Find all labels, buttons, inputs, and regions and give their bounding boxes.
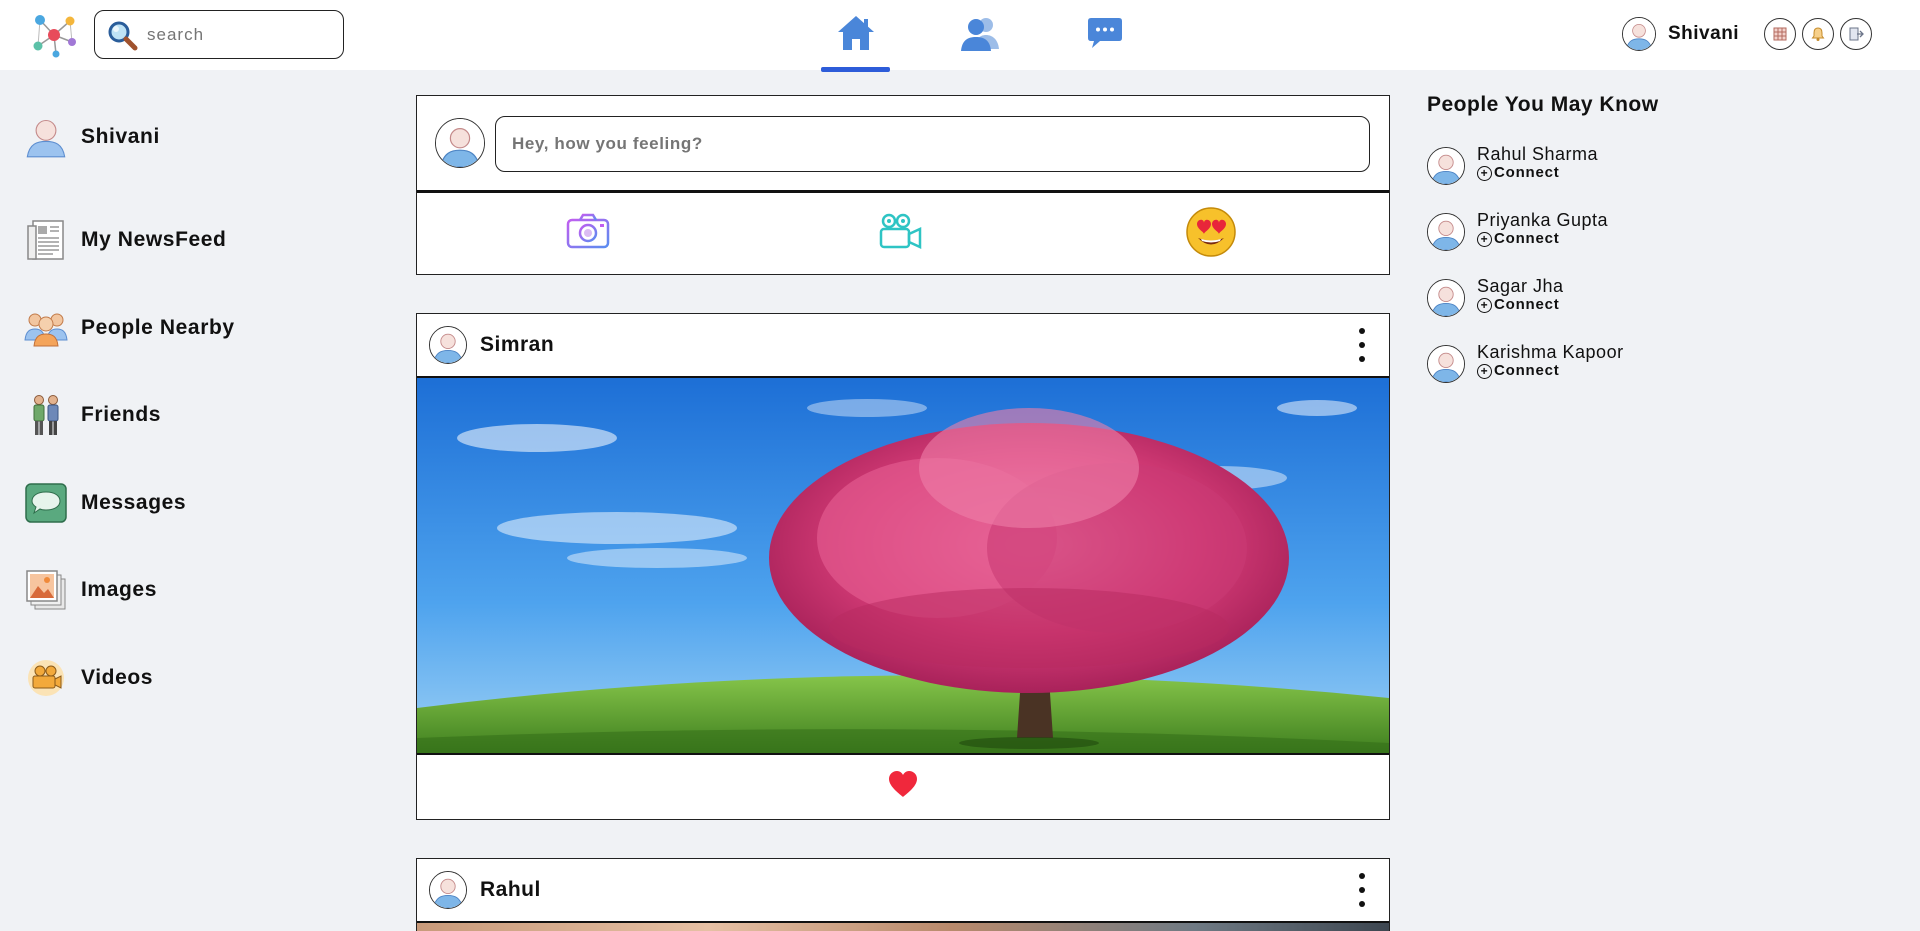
avatar[interactable]	[1427, 213, 1465, 251]
logout-icon[interactable]	[1840, 18, 1872, 50]
avatar[interactable]	[429, 871, 467, 909]
status-input[interactable]	[495, 116, 1370, 172]
post-composer	[416, 95, 1390, 275]
logo-icon[interactable]	[30, 12, 78, 58]
suggestion-name[interactable]: Rahul Sharma	[1477, 144, 1598, 164]
heart-eyes-emoji-icon	[1185, 205, 1237, 262]
top-action-icons	[1764, 18, 1872, 50]
post-image	[417, 378, 1389, 755]
search-box[interactable]	[94, 10, 344, 59]
suggestion-name[interactable]: Sagar Jha	[1477, 276, 1564, 296]
sidebar-item-videos[interactable]: Videos	[24, 653, 153, 703]
connect-label: Connect	[1494, 230, 1560, 247]
video-camera-icon	[24, 656, 68, 700]
plus-icon: +	[1477, 363, 1492, 379]
post-header: Rahul	[417, 859, 1389, 923]
newspaper-icon	[24, 218, 68, 262]
profile-avatar-icon	[24, 115, 68, 159]
suggestion-name[interactable]: Karishma Kapoor	[1477, 342, 1624, 362]
sidebar-item-people-nearby[interactable]: People Nearby	[24, 303, 235, 353]
plus-icon: +	[1477, 165, 1492, 181]
avatar[interactable]	[1427, 345, 1465, 383]
post-header: Simran	[417, 314, 1389, 378]
composer-divider	[417, 190, 1389, 193]
connect-button[interactable]: + Connect	[1477, 296, 1564, 314]
nav-messages-tab[interactable]	[1075, 10, 1135, 60]
images-icon	[24, 568, 68, 612]
sidebar-item-label: Messages	[81, 491, 187, 514]
sidebar-item-messages[interactable]: Messages	[24, 478, 186, 528]
nav-home-tab[interactable]	[821, 10, 890, 60]
sidebar-profile[interactable]: Shivani	[24, 112, 160, 162]
more-options-icon[interactable]	[1357, 328, 1367, 362]
sidebar-item-label: My NewsFeed	[81, 228, 227, 251]
bell-icon[interactable]	[1802, 18, 1834, 50]
sidebar-profile-name: Shivani	[81, 125, 160, 148]
more-options-icon[interactable]	[1357, 873, 1367, 907]
add-photo-button[interactable]	[563, 208, 613, 258]
suggestion-item: Sagar Jha + Connect	[1427, 276, 1564, 317]
connect-button[interactable]: + Connect	[1477, 230, 1608, 248]
suggestions-title: People You May Know	[1427, 93, 1659, 116]
home-icon	[836, 14, 876, 57]
avatar[interactable]	[1427, 147, 1465, 185]
plus-icon: +	[1477, 297, 1492, 313]
friends-icon	[958, 15, 1002, 56]
sidebar-item-images[interactable]: Images	[24, 565, 157, 615]
connect-label: Connect	[1494, 296, 1560, 313]
plus-icon: +	[1477, 231, 1492, 247]
post-card: Simran	[416, 313, 1390, 820]
people-nearby-icon	[24, 306, 68, 350]
suggestion-item: Karishma Kapoor + Connect	[1427, 342, 1624, 383]
chat-bubble-icon	[24, 481, 68, 525]
avatar[interactable]	[429, 326, 467, 364]
top-user-profile[interactable]: Shivani	[1622, 17, 1739, 51]
apps-icon[interactable]	[1764, 18, 1796, 50]
add-video-button[interactable]	[875, 208, 925, 258]
post-image	[417, 923, 1389, 931]
search-input[interactable]	[147, 24, 317, 45]
sidebar-item-newsfeed[interactable]: My NewsFeed	[24, 215, 226, 265]
active-tab-indicator	[821, 67, 890, 72]
top-user-name: Shivani	[1668, 23, 1740, 44]
post-card: Rahul	[416, 858, 1390, 931]
top-bar: Shivani	[0, 0, 1920, 72]
suggestion-item: Rahul Sharma + Connect	[1427, 144, 1598, 185]
suggestion-name[interactable]: Priyanka Gupta	[1477, 210, 1608, 230]
connect-label: Connect	[1494, 164, 1560, 181]
avatar[interactable]	[1427, 279, 1465, 317]
sidebar-item-label: Friends	[81, 403, 162, 426]
avatar	[1622, 17, 1656, 51]
nav-friends-tab[interactable]	[950, 10, 1010, 60]
add-feeling-button[interactable]	[1186, 206, 1236, 258]
search-icon	[105, 18, 139, 52]
connect-label: Connect	[1494, 362, 1560, 379]
suggestion-item: Priyanka Gupta + Connect	[1427, 210, 1608, 251]
video-camera-icon	[877, 212, 923, 255]
connect-button[interactable]: + Connect	[1477, 362, 1624, 380]
heart-icon[interactable]	[887, 770, 919, 803]
sidebar-item-friends[interactable]: Friends	[24, 390, 161, 440]
sidebar-item-label: Videos	[81, 666, 154, 689]
friends-icon	[24, 393, 68, 437]
sidebar-item-label: Images	[81, 578, 157, 601]
post-author-name[interactable]: Simran	[480, 333, 554, 357]
messages-icon	[1086, 15, 1124, 56]
avatar	[435, 118, 485, 168]
sidebar-item-label: People Nearby	[81, 316, 235, 339]
post-author-name[interactable]: Rahul	[480, 878, 541, 902]
connect-button[interactable]: + Connect	[1477, 164, 1598, 182]
post-footer	[417, 755, 1389, 817]
camera-icon	[566, 213, 610, 254]
